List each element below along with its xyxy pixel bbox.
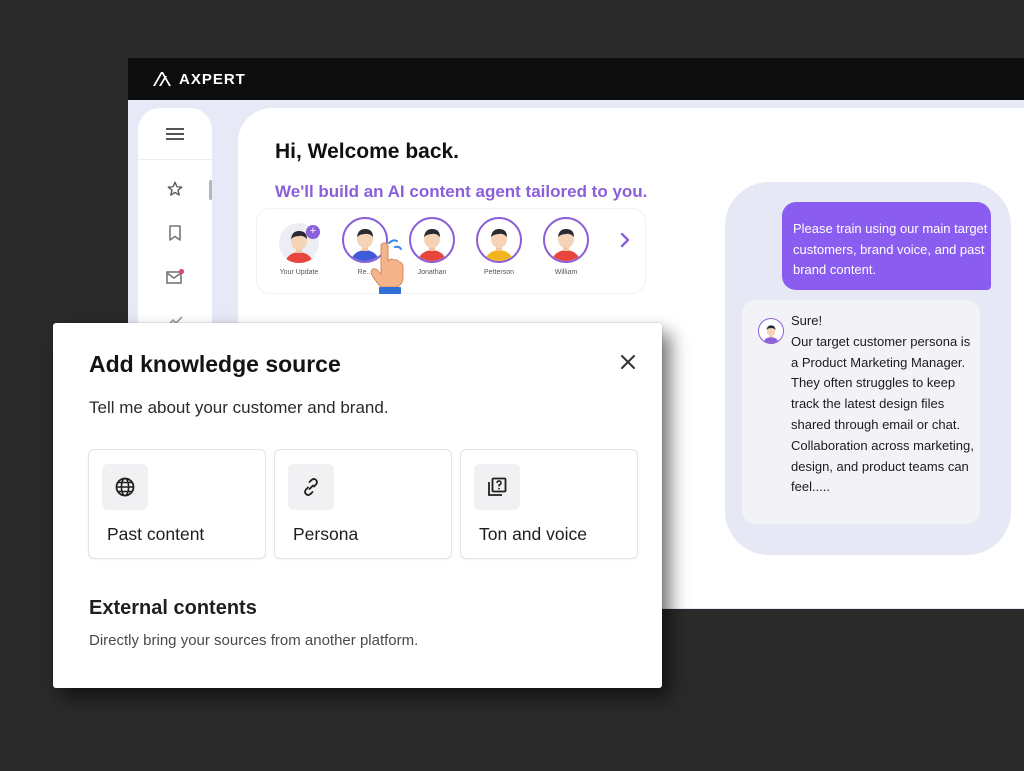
person-icon (552, 229, 580, 261)
rail-inbox[interactable] (164, 266, 186, 288)
avatar-row: + Your Update Re... Jonathan Petterson W… (256, 208, 646, 294)
bot-message-text: Sure! Our target customer persona is a P… (791, 313, 974, 495)
option-icon-box (474, 464, 520, 510)
bot-avatar (758, 318, 784, 344)
user-message-bubble: Please train using our main target custo… (782, 202, 991, 290)
option-label: Persona (293, 524, 359, 544)
brand-name: AXPERT (179, 70, 246, 88)
add-knowledge-modal: Add knowledge source Tell me about your … (53, 323, 662, 688)
top-bar: AXPERT (128, 58, 1024, 100)
option-persona[interactable]: Persona (274, 449, 452, 559)
library-help-icon (488, 477, 507, 496)
menu-button[interactable] (138, 108, 212, 160)
rail-favorites[interactable] (164, 178, 186, 200)
avatar-petterson[interactable]: Petterson (469, 217, 529, 276)
hamburger-icon (166, 127, 184, 140)
avatar-your-update[interactable]: + Your Update (269, 217, 329, 276)
avatar-label: Your Update (279, 269, 319, 276)
modal-subtitle: Tell me about your customer and brand. (89, 398, 389, 417)
greeting-title: Hi, Welcome back. (275, 140, 460, 163)
star-icon (167, 181, 183, 196)
option-icon-box (102, 464, 148, 510)
brand-logo[interactable]: AXPERT (152, 71, 246, 88)
tagline: We'll build an AI content agent tailored… (275, 182, 648, 201)
globe-icon (115, 477, 135, 497)
option-past-content[interactable]: Past content (88, 449, 266, 559)
avatar-william[interactable]: William (536, 217, 596, 276)
person-icon (763, 325, 779, 343)
avatar (543, 217, 589, 263)
close-icon (621, 355, 635, 369)
avatar-label: Jonathan (417, 269, 447, 276)
person-icon (485, 229, 513, 261)
avatar (276, 217, 322, 263)
avatar (409, 217, 455, 263)
mail-notification-icon (166, 268, 185, 284)
bot-message-bubble: Sure! Our target customer persona is a P… (742, 300, 980, 524)
axpert-logo-icon (153, 72, 171, 86)
close-button[interactable] (615, 349, 641, 375)
rail-active-marker (209, 180, 212, 200)
avatar-label: Petterson (484, 269, 514, 276)
external-contents-description: Directly bring your sources from another… (89, 632, 419, 649)
person-icon (418, 229, 446, 261)
bookmark-icon (169, 225, 181, 241)
tap-hand-icon (370, 239, 404, 294)
external-contents-title: External contents (89, 597, 257, 619)
option-icon-box (288, 464, 334, 510)
stage: AXPERT Hi, Welcome back. We'll build an … (0, 0, 1024, 771)
add-update-icon: + (306, 225, 320, 239)
rail-saved[interactable] (164, 222, 186, 244)
chat-panel: Please train using our main target custo… (725, 182, 1011, 555)
option-label: Past content (107, 524, 205, 544)
modal-title: Add knowledge source (89, 351, 341, 377)
option-tone-voice[interactable]: Ton and voice (460, 449, 638, 559)
chevron-right-icon[interactable] (614, 229, 636, 251)
link-icon (304, 478, 318, 496)
avatar (476, 217, 522, 263)
option-label: Ton and voice (479, 524, 587, 544)
avatar-label: William (554, 269, 578, 276)
avatar-jonathan[interactable]: Jonathan (402, 217, 462, 276)
